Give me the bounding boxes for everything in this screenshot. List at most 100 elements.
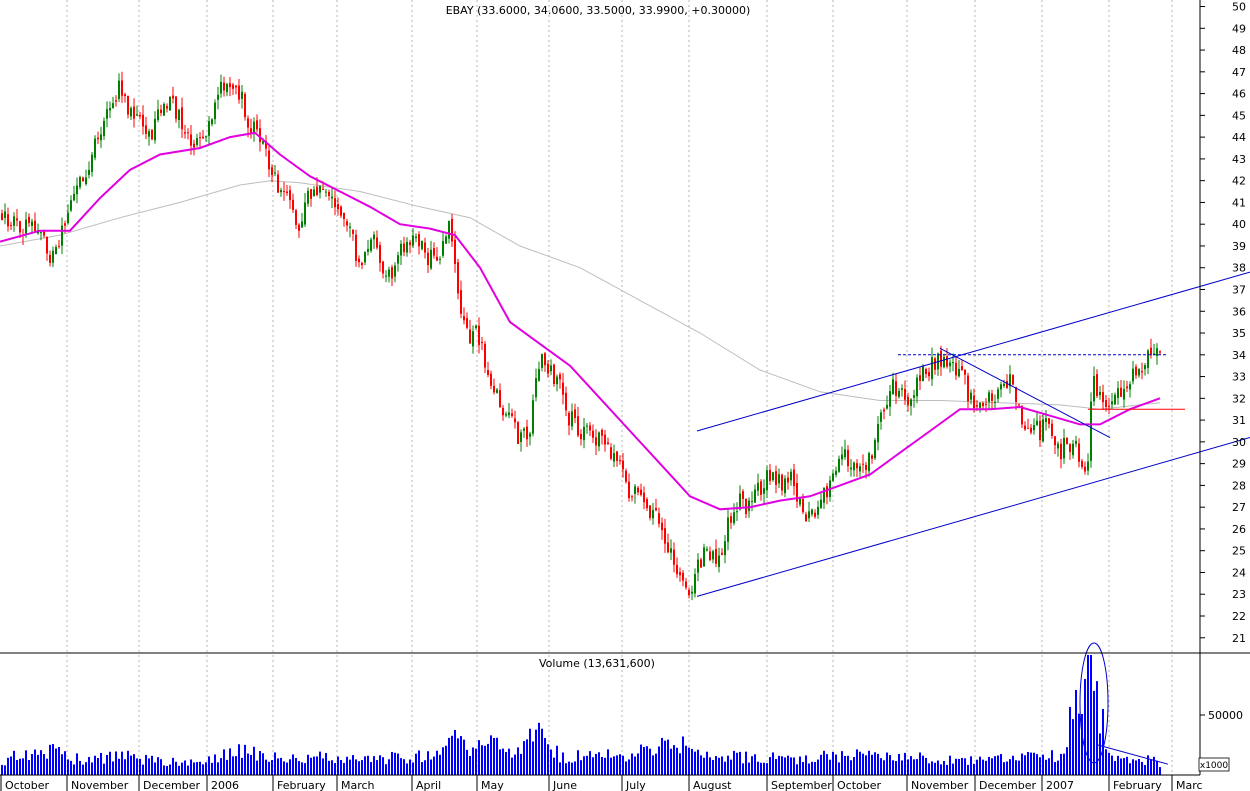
- volume-bar: [61, 754, 63, 775]
- volume-bar: [1120, 758, 1122, 775]
- candle-down: [286, 191, 288, 194]
- volume-bar: [235, 756, 237, 775]
- candle-down: [277, 174, 279, 193]
- candle-up: [757, 482, 759, 491]
- candle-up: [1138, 368, 1140, 376]
- volume-bar: [454, 729, 456, 775]
- volume-bar: [244, 744, 246, 775]
- volume-bar: [1054, 762, 1056, 775]
- volume-bar: [208, 756, 210, 775]
- volume-bar: [424, 760, 426, 775]
- candle-up: [313, 189, 315, 197]
- candle-up: [670, 548, 672, 553]
- volume-bar: [364, 756, 366, 775]
- candle-up: [163, 104, 165, 116]
- volume-bar: [988, 756, 990, 775]
- candle-down: [673, 549, 675, 565]
- volume-bar: [673, 745, 675, 775]
- volume-bar: [106, 755, 108, 775]
- volume-bar: [1027, 752, 1029, 775]
- candle-up: [1057, 443, 1059, 449]
- candle-up: [703, 547, 705, 567]
- candle-down: [865, 464, 867, 470]
- volume-bar: [814, 762, 816, 775]
- volume-bar: [1156, 760, 1158, 775]
- volume-bar: [49, 744, 51, 775]
- volume-bar: [715, 756, 717, 775]
- candle-down: [1018, 404, 1020, 406]
- volume-bar: [313, 756, 315, 775]
- candle-down: [172, 95, 174, 99]
- volume-bar: [913, 759, 915, 775]
- candle-up: [331, 196, 333, 199]
- candle-up: [109, 108, 111, 111]
- volume-bar: [682, 736, 684, 775]
- volume-bar: [346, 756, 348, 775]
- candle-up: [817, 506, 819, 515]
- candle-down: [1069, 444, 1071, 453]
- candle-down: [1108, 405, 1110, 407]
- volume-bar: [556, 745, 558, 775]
- volume-bar: [1138, 759, 1140, 775]
- candle-up: [613, 453, 615, 462]
- candle-down: [595, 437, 597, 446]
- volume-bar: [46, 758, 48, 775]
- candle-down: [232, 84, 234, 89]
- candle-up: [1087, 461, 1089, 471]
- volume-bar: [475, 748, 477, 775]
- volume-bar: [946, 764, 948, 775]
- volume-bar: [1003, 762, 1005, 775]
- volume-bar: [115, 751, 117, 775]
- volume-bar: [967, 764, 969, 775]
- candle-down: [427, 252, 429, 266]
- volume-bar: [1084, 679, 1086, 775]
- candle-down: [1060, 443, 1062, 460]
- candle-down: [1150, 347, 1152, 356]
- price-tick-label: 30: [1232, 436, 1246, 449]
- candle-up: [988, 392, 990, 402]
- candle-up: [325, 191, 327, 193]
- volume-bar: [700, 755, 702, 775]
- volume-bar: [190, 759, 192, 775]
- volume-bar: [529, 728, 531, 775]
- volume-bar: [172, 757, 174, 775]
- candle-up: [583, 426, 585, 441]
- volume-bar: [604, 757, 606, 775]
- candle-up: [838, 458, 840, 472]
- candle-down: [1141, 371, 1143, 373]
- candle-up: [859, 466, 861, 472]
- candle-down: [649, 505, 651, 518]
- volume-bar: [568, 761, 570, 775]
- candle-down: [175, 96, 177, 119]
- volume-bar: [832, 751, 834, 775]
- price-tick-label: 26: [1232, 523, 1246, 536]
- volume-bar: [907, 759, 909, 775]
- volume-bar: [223, 749, 225, 775]
- candle-up: [841, 454, 843, 460]
- volume-bar: [133, 754, 135, 775]
- candle-up: [106, 109, 108, 119]
- volume-bar: [508, 748, 510, 775]
- volume-bar: [178, 765, 180, 775]
- volume-bar: [493, 737, 495, 775]
- candle-up: [811, 509, 813, 515]
- volume-bar: [592, 757, 594, 775]
- candle-down: [961, 365, 963, 371]
- candle-up: [52, 250, 54, 263]
- candle-down: [721, 552, 723, 555]
- price-tick-label: 37: [1232, 283, 1246, 296]
- volume-bar: [280, 757, 282, 775]
- volume-bar: [763, 762, 765, 775]
- candle-down: [511, 413, 513, 416]
- candle-up: [844, 449, 846, 458]
- volume-bar: [22, 758, 24, 775]
- candle-up: [1144, 365, 1146, 370]
- volume-bar: [787, 755, 789, 775]
- candle-down: [1024, 425, 1026, 430]
- candle-up: [808, 511, 810, 519]
- candle-down: [973, 395, 975, 409]
- volume-bar: [304, 763, 306, 775]
- volume-bar: [472, 747, 474, 775]
- volume-bar: [802, 762, 804, 775]
- candle-down: [1105, 400, 1107, 407]
